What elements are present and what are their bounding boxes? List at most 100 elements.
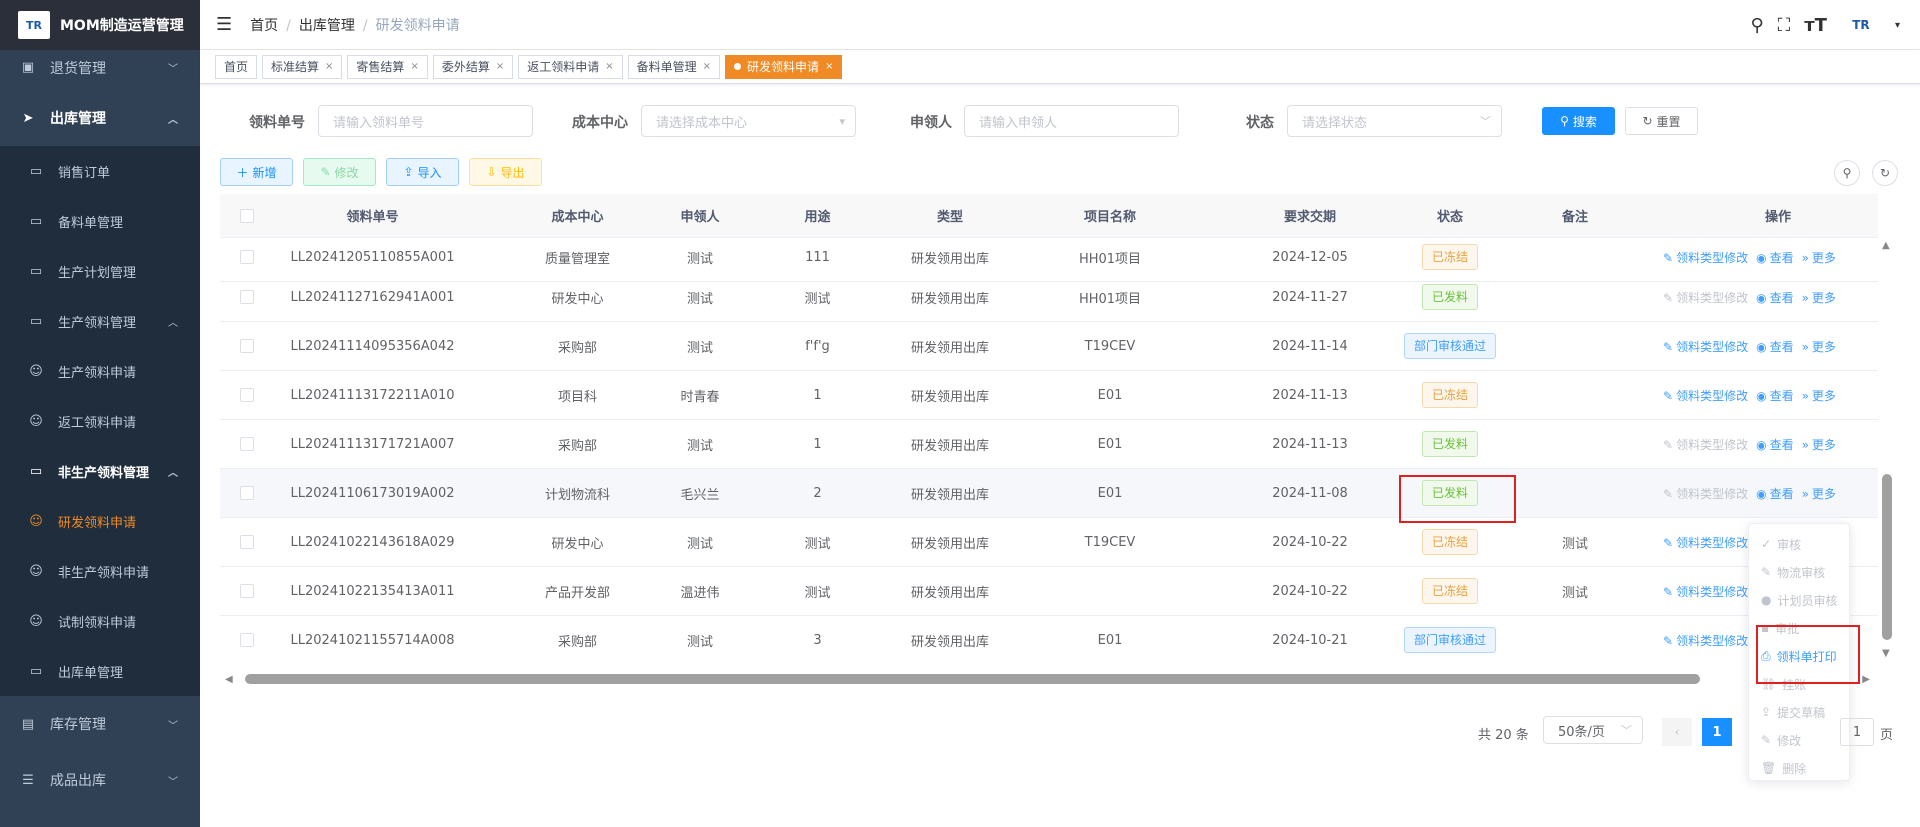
more-link[interactable]: »更多 bbox=[1802, 438, 1836, 452]
tab-rework-picking[interactable]: 返工领料申请 × bbox=[518, 54, 623, 79]
table-row[interactable]: LL20241106173019A002 计划物流科 毛兴兰 2 研发领用出库 E01 20… bbox=[220, 469, 1878, 518]
import-button[interactable]: ⇪ 导入 bbox=[386, 158, 459, 186]
edit-type-link[interactable]: ✎ 领料类型修改 bbox=[1663, 389, 1748, 403]
more-link[interactable]: »更多 bbox=[1802, 340, 1836, 354]
cell-order-no: LL20241021155714A008 bbox=[290, 632, 455, 648]
export-button[interactable]: ⇩ 导出 bbox=[469, 158, 542, 186]
dropdown-item[interactable]: ✓ 审核 bbox=[1749, 530, 1849, 558]
row-checkbox[interactable] bbox=[240, 535, 254, 549]
row-checkbox[interactable] bbox=[240, 250, 254, 264]
row-checkbox[interactable] bbox=[240, 339, 254, 353]
sidebar-item-finished-outbound[interactable]: ☰ 成品出库 ﹀ bbox=[0, 752, 200, 808]
view-link[interactable]: ◉查看 bbox=[1756, 251, 1794, 265]
view-link[interactable]: ◉查看 bbox=[1756, 438, 1794, 452]
sidebar-item-rework-picking[interactable]: ☺ 返工领料申请 bbox=[0, 396, 200, 446]
prev-page-button[interactable]: ‹ bbox=[1662, 718, 1692, 746]
edit-type-link[interactable]: ✎ 领料类型修改 bbox=[1663, 634, 1748, 648]
breadcrumb-outbound[interactable]: 出库管理 bbox=[299, 18, 355, 34]
edit-type-link[interactable]: ✎ 领料类型修改 bbox=[1663, 585, 1748, 599]
sidebar-item-outbound-order[interactable]: ▭ 出库单管理 bbox=[0, 646, 200, 696]
table-row[interactable]: LL20241114095356A042 采购部 测试 f'f'g 研发领用出库 T19C… bbox=[220, 322, 1878, 371]
tab-material-prep[interactable]: 备料单管理 × bbox=[627, 54, 721, 79]
sidebar-item-trial-picking[interactable]: ☺ 试制领料申请 bbox=[0, 596, 200, 646]
more-link[interactable]: »更多 bbox=[1802, 291, 1836, 305]
sidebar-item-nonproduction-picking[interactable]: ▭ 非生产领料管理 ︿ bbox=[0, 446, 200, 496]
dropdown-item[interactable]: ✎ 修改 bbox=[1749, 726, 1849, 754]
cell-status: 已冻结 bbox=[1395, 529, 1505, 555]
sidebar-item-inventory[interactable]: ▤ 库存管理 ﹀ bbox=[0, 696, 200, 752]
chevron-down-icon: ﹀ bbox=[1480, 115, 1491, 128]
more-link[interactable]: »更多 bbox=[1802, 389, 1836, 403]
tab-outsource-settlement[interactable]: 委外结算 × bbox=[432, 54, 514, 79]
edit-type-link[interactable]: ✎ 领料类型修改 bbox=[1663, 340, 1748, 354]
table-row[interactable]: LL20241113171721A007 采购部 测试 1 研发领用出库 E01 2024-… bbox=[220, 420, 1878, 469]
fullscreen-icon[interactable]: ⛶ bbox=[1778, 15, 1791, 36]
edit-type-link[interactable]: ✎ 领料类型修改 bbox=[1663, 536, 1748, 550]
hamburger-icon[interactable]: ☰ bbox=[216, 14, 232, 35]
view-link[interactable]: ◉查看 bbox=[1756, 389, 1794, 403]
edit-type-link[interactable]: ✎ 领料类型修改 bbox=[1663, 438, 1748, 452]
data-table: 领料单号 成本中心 申领人 用途 类型 项目名称 要求交期 状态 备注 操作 L… bbox=[220, 194, 1878, 664]
edit-type-link[interactable]: ✎ 领料类型修改 bbox=[1663, 251, 1748, 265]
sidebar-item-production-plan[interactable]: ▭ 生产计划管理 bbox=[0, 246, 200, 296]
dropdown-item[interactable]: ● 计划员审核 bbox=[1749, 586, 1849, 614]
sidebar-item-rd-picking[interactable]: ☺ 研发领料申请 bbox=[0, 496, 200, 546]
more-link[interactable]: »更多 bbox=[1802, 251, 1836, 265]
reset-button[interactable]: ↻ 重置 bbox=[1625, 107, 1698, 135]
table-row[interactable]: LL20241021155714A008 采购部 测试 3 研发领用出库 E01 2024-… bbox=[220, 616, 1878, 664]
tab-consignment-settlement[interactable]: 寄售结算 × bbox=[347, 54, 428, 79]
table-row[interactable]: LL20241113172211A010 项目科 时青春 1 研发领用出库 E01 2024… bbox=[220, 371, 1878, 420]
sidebar-item-production-picking[interactable]: ▭ 生产领料管理 ︿ bbox=[0, 296, 200, 346]
tab-home[interactable]: 首页 bbox=[215, 54, 258, 79]
sidebar-item-outbound[interactable]: ➤ 出库管理 ︿ bbox=[0, 90, 200, 146]
avatar[interactable]: TR bbox=[1841, 13, 1881, 37]
page-size-select[interactable]: 50条/页 ﹀ bbox=[1543, 716, 1643, 744]
table-row[interactable]: LL20241127162941A001 研发中心 测试 测试 研发领用出库 HH01项目… bbox=[220, 273, 1878, 322]
tab-rd-picking[interactable]: 研发领料申请 × bbox=[725, 54, 843, 79]
tab-standard-settlement[interactable]: 标准结算 × bbox=[262, 54, 343, 79]
sidebar-item-production-picking-apply[interactable]: ☺ 生产领料申请 bbox=[0, 346, 200, 396]
caret-down-icon[interactable]: ▾ bbox=[1895, 20, 1900, 31]
cell-order-no: LL20241022135413A011 bbox=[290, 583, 455, 599]
dropdown-item[interactable]: 🗑 删除 bbox=[1749, 754, 1849, 782]
row-checkbox[interactable] bbox=[240, 486, 254, 500]
cost-center-select[interactable]: 请选择成本中心 ▾ bbox=[641, 105, 856, 137]
double-chevron-icon: » bbox=[1801, 339, 1809, 354]
horizontal-scrollbar[interactable]: ◀ ▶ bbox=[225, 672, 1870, 686]
applicant-input[interactable]: 请输入申领人 bbox=[964, 105, 1179, 137]
dropdown-item[interactable]: ⇪ 提交草稿 bbox=[1749, 698, 1849, 726]
row-checkbox[interactable] bbox=[240, 584, 254, 598]
row-checkbox[interactable] bbox=[240, 388, 254, 402]
edit-type-link[interactable]: ✎ 领料类型修改 bbox=[1663, 487, 1748, 501]
sidebar-item-sales-order[interactable]: ▭ 销售订单 bbox=[0, 146, 200, 196]
view-link[interactable]: ◉查看 bbox=[1756, 340, 1794, 354]
search-icon[interactable]: ⚲ bbox=[1750, 15, 1763, 36]
select-all-checkbox[interactable] bbox=[240, 208, 254, 223]
font-size-icon[interactable]: тT bbox=[1804, 15, 1827, 36]
row-checkbox[interactable] bbox=[240, 437, 254, 451]
table-row[interactable]: LL20241022143618A029 研发中心 测试 测试 研发领用出库 T19CEV… bbox=[220, 518, 1878, 567]
edit-button[interactable]: ✎ 修改 bbox=[303, 158, 376, 186]
table-row[interactable]: LL20241022135413A011 产品开发部 温进伟 测试 研发领用出库 2024… bbox=[220, 567, 1878, 616]
add-button[interactable]: ＋新增 bbox=[220, 158, 293, 186]
view-link[interactable]: ◉查看 bbox=[1756, 487, 1794, 501]
search-button[interactable]: ⚲ 搜索 bbox=[1542, 107, 1615, 135]
vertical-scrollbar[interactable]: ▲ ▼ bbox=[1880, 238, 1894, 668]
sidebar-item-material-prep[interactable]: ▭ 备料单管理 bbox=[0, 196, 200, 246]
edit-type-link[interactable]: ✎ 领料类型修改 bbox=[1663, 291, 1748, 305]
status-select[interactable]: 请选择状态 ﹀ bbox=[1287, 105, 1502, 137]
toggle-search-icon[interactable]: ⚲ bbox=[1834, 160, 1860, 186]
goto-page-input[interactable]: 1 bbox=[1840, 718, 1874, 746]
sidebar-item-nonproduction-picking-apply[interactable]: ☺ 非生产领料申请 bbox=[0, 546, 200, 596]
more-link[interactable]: »更多 bbox=[1802, 487, 1836, 501]
refresh-icon[interactable]: ↻ bbox=[1872, 160, 1898, 186]
breadcrumb-home[interactable]: 首页 bbox=[250, 18, 278, 34]
row-checkbox[interactable] bbox=[240, 633, 254, 647]
page-number[interactable]: 1 bbox=[1702, 718, 1732, 746]
cell-purpose: 3 bbox=[813, 632, 822, 648]
order-no-input[interactable]: 请输入领料单号 bbox=[318, 105, 533, 137]
view-link[interactable]: ◉查看 bbox=[1756, 291, 1794, 305]
dropdown-item[interactable]: ✎ 物流审核 bbox=[1749, 558, 1849, 586]
sidebar-item-return[interactable]: ▣ 退货管理 ﹀ bbox=[0, 45, 200, 90]
row-checkbox[interactable] bbox=[240, 290, 254, 304]
